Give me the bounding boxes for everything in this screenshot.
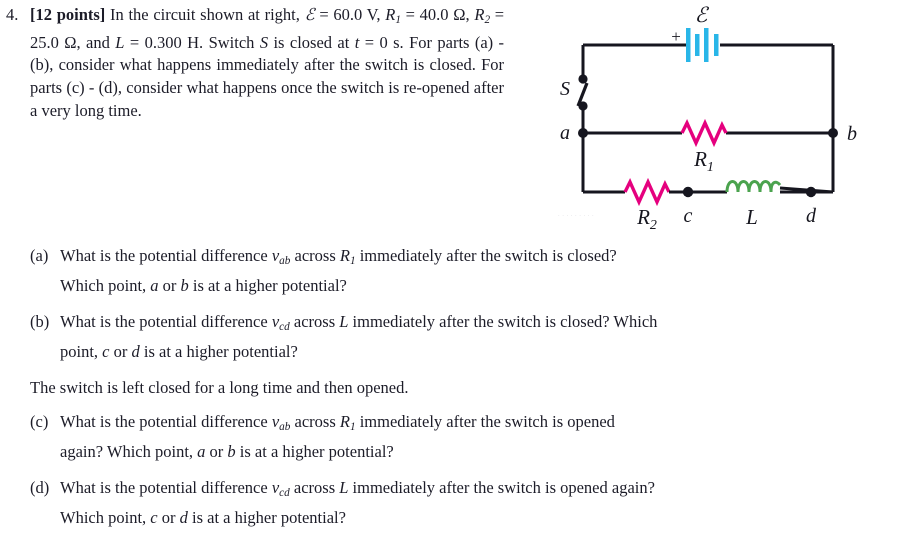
node-c-dot — [682, 186, 694, 198]
question-d-text: What is the potential difference vcd acr… — [60, 476, 892, 529]
circuit-figure: ℰ + S a R1 b R2 c L d · · · · · · · · · — [536, 0, 901, 232]
switch-label: S — [560, 78, 570, 100]
resistor-r1-symbol — [680, 118, 728, 148]
emf-value: = 60.0 V, — [319, 5, 381, 24]
circuit-svg: ℰ + S a R1 b R2 c L d — [560, 3, 857, 232]
node-a-label: a — [560, 122, 570, 144]
switch-terminal-top — [578, 74, 588, 84]
points-label: [12 points] — [30, 5, 106, 24]
time-value: = 0 s. — [364, 32, 404, 52]
node-b-label: b — [847, 123, 857, 145]
emf-label: ℰ — [695, 3, 710, 27]
switch-sentence-b: is closed at — [273, 32, 350, 52]
resistor-r2-label: R2 — [636, 205, 657, 232]
question-a-line2: Which point, a or b is at a higher poten… — [60, 275, 347, 295]
node-d-label: d — [806, 205, 817, 227]
r2-symbol: R2 — [474, 5, 491, 27]
inductor-label: L — [745, 205, 758, 229]
inductor-loop-2 — [736, 180, 751, 193]
r1-symbol: R1 — [385, 5, 401, 27]
l-value: = 0.300 H. — [129, 32, 204, 52]
question-c-marker: (c) — [30, 412, 49, 432]
switch-sentence-a: Switch — [208, 32, 255, 52]
question-d-line2: Which point, c or d is at a higher poten… — [60, 507, 346, 527]
question-b-line1: What is the potential difference vcd acr… — [60, 311, 658, 334]
problem-statement: 4. [12 points] In the circuit shown at r… — [4, 4, 504, 122]
interlude-text: The switch is left closed for a long tim… — [30, 377, 409, 397]
battery-plate-long-1 — [686, 28, 691, 62]
question-c-text: What is the potential difference vab acr… — [60, 410, 892, 463]
r1-value: = 40.0 Ω, — [405, 5, 470, 24]
battery-plate-short-1 — [695, 34, 700, 56]
question-a-marker: (a) — [30, 246, 49, 265]
node-d-dot — [805, 186, 817, 198]
problem-number: 4. — [6, 5, 19, 24]
question-list: (a) What is the potential difference vab… — [30, 244, 892, 542]
inductor-symbol — [725, 180, 782, 193]
question-b-line2: point, c or d is at a higher potential? — [60, 341, 298, 361]
question-b: (b) What is the potential difference vcd… — [30, 310, 892, 363]
problem-statement-row: 4. [12 points] In the circuit shown at r… — [4, 4, 504, 122]
l-ref: L — [339, 311, 349, 331]
question-c-line1: What is the potential difference vab acr… — [60, 412, 615, 434]
inductor-loop-4 — [758, 180, 773, 193]
question-c: (c) What is the potential difference vab… — [30, 410, 892, 463]
problem-intro: In the circuit shown at right, — [110, 5, 300, 24]
question-a-text: What is the potential difference vab acr… — [60, 244, 892, 297]
v-cd-symbol: vcd — [271, 311, 290, 334]
inductor-tail — [769, 180, 782, 193]
question-a-line1: What is the potential difference vab acr… — [60, 246, 617, 268]
battery-polarity-plus-label: + — [671, 27, 681, 46]
resistor-r2-symbol — [623, 177, 671, 207]
problem-text: [12 points] In the circuit shown at righ… — [30, 4, 504, 122]
question-b-marker: (b) — [30, 311, 50, 331]
time-symbol: t — [354, 32, 360, 52]
battery-symbol — [686, 28, 719, 62]
question-d-line1: What is the potential difference vcd acr… — [60, 478, 655, 500]
question-d: (d) What is the potential difference vcd… — [30, 476, 892, 529]
question-c-line2: again? Which point, a or b is at a highe… — [60, 441, 394, 461]
node-c-label: c — [684, 205, 693, 227]
question-d-marker: (d) — [30, 478, 50, 498]
question-a: (a) What is the potential difference vab… — [30, 244, 892, 297]
r1-ref: R1 — [339, 246, 356, 268]
inductor-loop-1 — [725, 180, 740, 193]
resistor-r1-label: R1 — [693, 147, 714, 175]
question-b-text: What is the potential difference vcd acr… — [60, 310, 892, 363]
inductor-loop-3 — [747, 180, 762, 193]
emf-symbol: ℰ — [304, 5, 315, 24]
switch-symbol: S — [259, 32, 269, 52]
battery-plate-long-2 — [704, 28, 709, 62]
switch-symbol[interactable] — [576, 74, 589, 111]
figure-watermark: · · · · · · · · · — [558, 213, 595, 219]
l-symbol: L — [115, 32, 125, 52]
battery-plate-short-2 — [714, 34, 719, 56]
v-ab-symbol: vab — [271, 246, 291, 268]
